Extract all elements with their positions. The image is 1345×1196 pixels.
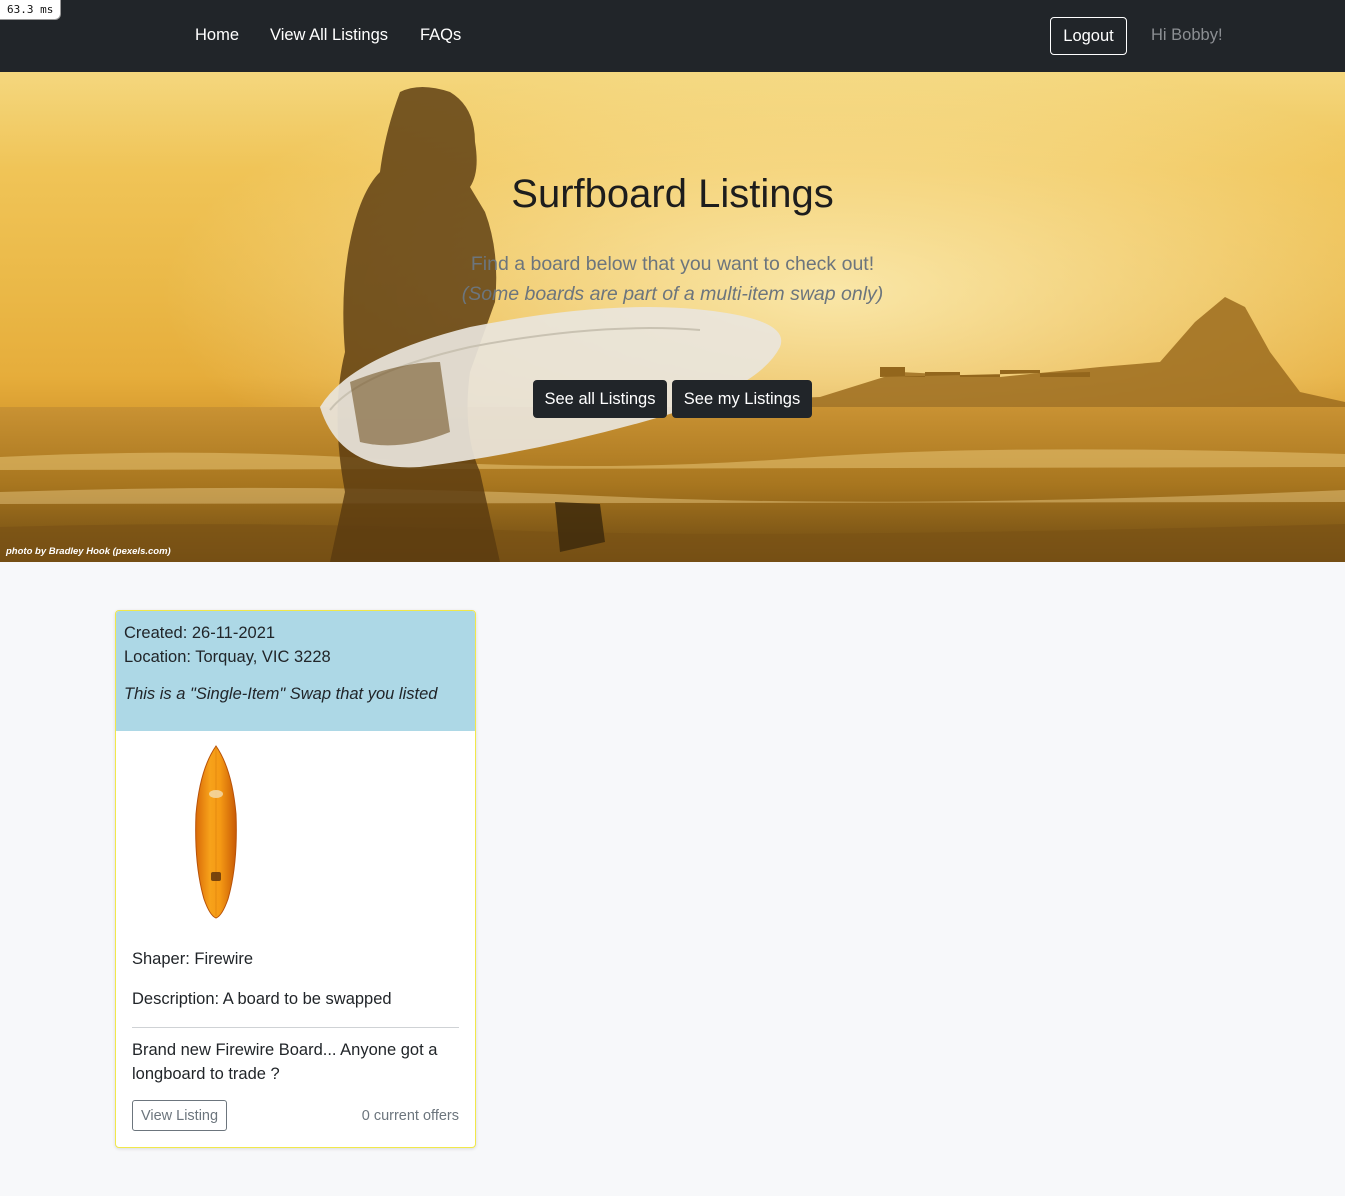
hero-background-photo — [0, 72, 1345, 562]
listing-divider — [132, 1027, 459, 1028]
top-navbar: Home View All Listings FAQs Logout Hi Bo… — [0, 0, 1345, 72]
render-timer: 63.3 ms — [0, 0, 62, 20]
hero-subtitle: Find a board below that you want to chec… — [470, 253, 875, 275]
listing-card-body: Shaper: Firewire Description: A board to… — [132, 949, 459, 1086]
listing-location: Location: Torquay, VIC 3228 — [124, 648, 331, 666]
listing-shaper: Shaper: Firewire — [132, 950, 254, 968]
nav-home-link[interactable]: Home — [195, 26, 239, 45]
listing-card-header: Created: 26-11-2021 Location: Torquay, V… — [116, 611, 475, 731]
see-my-listings-button[interactable]: See my Listings — [672, 380, 812, 418]
listing-card: Created: 26-11-2021 Location: Torquay, V… — [115, 610, 476, 1148]
nav-faqs-link[interactable]: FAQs — [420, 26, 461, 45]
see-all-listings-button[interactable]: See all Listings — [533, 380, 667, 418]
nav-view-all-listings-link[interactable]: View All Listings — [270, 26, 388, 45]
listing-swap-note: This is a "Single-Item" Swap that you li… — [124, 685, 438, 703]
listing-blurb: Brand new Firewire Board... Anyone got a… — [132, 1041, 438, 1083]
hero-subtitle-note: (Some boards are part of a multi-item sw… — [461, 283, 884, 305]
hero-banner: Surfboard Listings Find a board below th… — [0, 72, 1345, 562]
photo-credit: photo by Bradley Hook (pexels.com) — [6, 546, 171, 557]
surfboard-image — [195, 745, 237, 919]
offers-count: 0 current offers — [361, 1108, 459, 1124]
user-greeting: Hi Bobby! — [1151, 26, 1223, 44]
page-title: Surfboard Listings — [511, 172, 834, 216]
view-listing-button[interactable]: View Listing — [132, 1100, 227, 1131]
logout-button[interactable]: Logout — [1050, 17, 1127, 55]
listing-created-date: Created: 26-11-2021 — [124, 624, 276, 642]
listing-description: Description: A board to be swapped — [132, 990, 392, 1008]
